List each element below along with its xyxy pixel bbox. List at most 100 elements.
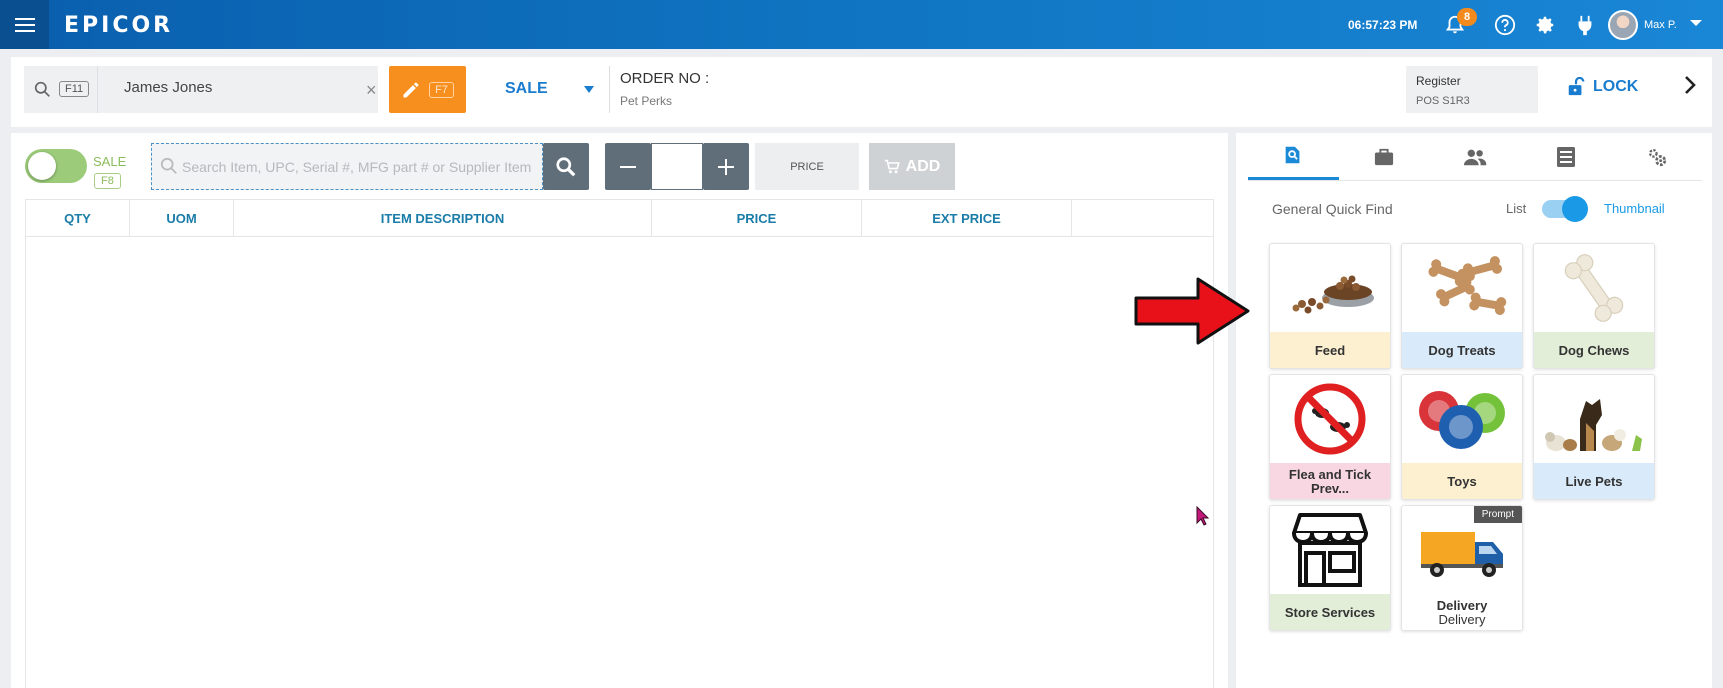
search-icon: [160, 157, 177, 174]
cart-icon: [884, 159, 900, 173]
price-button[interactable]: PRICE: [755, 143, 859, 190]
user-menu-caret-icon[interactable]: [1690, 20, 1702, 26]
order-number-label: ORDER NO :: [620, 70, 710, 87]
edit-customer-button[interactable]: F7: [389, 66, 466, 113]
rawhide-chew-icon: [1534, 244, 1654, 332]
quantity-input[interactable]: [651, 143, 703, 190]
column-header-qty[interactable]: QTY: [26, 200, 130, 236]
unlock-icon: [1568, 77, 1585, 96]
column-header-actions: [1072, 200, 1213, 236]
chevron-down-icon[interactable]: [584, 86, 594, 93]
tile-caption: Dog Chews: [1534, 332, 1654, 368]
tile-label: Store Services: [1284, 605, 1376, 620]
clear-customer-icon[interactable]: ×: [366, 80, 377, 101]
customer-name[interactable]: James Jones: [124, 79, 212, 96]
view-mode-switch[interactable]: [1542, 196, 1588, 222]
item-search-input[interactable]: [182, 156, 537, 178]
quick-find-icon: [1286, 146, 1300, 164]
tile-caption: Store Services: [1270, 594, 1390, 630]
tab-settings[interactable]: [1611, 133, 1702, 180]
user-name[interactable]: Max P.: [1644, 19, 1677, 31]
view-list-label[interactable]: List: [1506, 201, 1526, 216]
tile-label: Live Pets: [1565, 474, 1623, 489]
pencil-icon: [403, 82, 419, 97]
quick-find-tile-dog-treats[interactable]: Dog Treats: [1401, 243, 1523, 369]
list-icon: [1556, 146, 1575, 167]
tile-label: Dog Chews: [1558, 343, 1630, 358]
tile-sublabel: Delivery: [1438, 612, 1486, 627]
help-icon: [1494, 14, 1516, 36]
tile-label: Toys: [1447, 474, 1477, 489]
menu-icon: [14, 17, 35, 32]
tab-quick-find[interactable]: [1248, 133, 1339, 180]
chevron-right-icon[interactable]: [1683, 75, 1697, 95]
minus-icon: [620, 165, 636, 168]
item-search-button[interactable]: [543, 143, 589, 190]
customer-search-shortcut: F11: [59, 81, 90, 97]
ball-toys-icon: [1402, 375, 1522, 463]
divider: [609, 66, 610, 113]
briefcase-icon: [1375, 148, 1394, 165]
tab-briefcase[interactable]: [1339, 133, 1430, 180]
user-avatar[interactable]: [1608, 10, 1638, 40]
transaction-type-dropdown[interactable]: SALE: [505, 80, 548, 98]
sale-toggle-shortcut: F8: [94, 173, 121, 189]
quick-find-tile-dog-chews[interactable]: Dog Chews: [1533, 243, 1655, 369]
gear-icon: [1536, 16, 1554, 34]
switch-knob: [1562, 196, 1588, 222]
quick-find-tile-delivery[interactable]: Prompt Delivery Delivery: [1401, 505, 1523, 631]
quick-find-tile-flea-tick[interactable]: Flea and Tick Prev...: [1269, 374, 1391, 500]
sale-toggle[interactable]: [25, 149, 87, 183]
tile-caption: Delivery Delivery: [1402, 594, 1522, 630]
register-label: Register: [1416, 74, 1461, 88]
qty-decrement-button[interactable]: [605, 143, 651, 190]
mouse-cursor-icon: [1196, 506, 1210, 526]
gears-icon: [1648, 148, 1666, 166]
quick-find-tile-store-services[interactable]: Store Services: [1269, 505, 1391, 631]
brand-logo: EPICOR: [64, 13, 174, 38]
red-arrow-annotation: [1134, 277, 1250, 345]
cart-grid-body: [25, 237, 1214, 688]
tile-caption: Flea and Tick Prev...: [1270, 463, 1390, 499]
qty-increment-button[interactable]: [703, 143, 749, 190]
tile-caption: Live Pets: [1534, 463, 1654, 499]
cart-panel: SALE F8 PRICE ADD QTY UOM ITEM DESCRIPTI…: [11, 133, 1228, 688]
dog-bone-treats-icon: [1402, 244, 1522, 332]
tab-customers[interactable]: [1430, 133, 1521, 180]
connection-button[interactable]: [1572, 12, 1598, 38]
tile-caption: Dog Treats: [1402, 332, 1522, 368]
register-value: POS S1R3: [1416, 95, 1470, 107]
column-header-ext-price[interactable]: EXT PRICE: [862, 200, 1072, 236]
tile-label: Feed: [1314, 343, 1346, 358]
settings-button[interactable]: [1532, 12, 1558, 38]
quick-find-tile-feed[interactable]: Feed: [1269, 243, 1391, 369]
column-header-description[interactable]: ITEM DESCRIPTION: [234, 200, 652, 236]
quick-find-title: General Quick Find: [1272, 201, 1393, 217]
quick-find-tile-live-pets[interactable]: Live Pets: [1533, 374, 1655, 500]
add-item-button[interactable]: ADD: [869, 143, 955, 190]
help-button[interactable]: [1492, 12, 1518, 38]
add-label: ADD: [905, 157, 941, 175]
search-icon: [34, 81, 50, 97]
customer-search[interactable]: F11 James Jones ×: [24, 66, 378, 113]
column-header-uom[interactable]: UOM: [130, 200, 234, 236]
pet-food-bowl-icon: [1270, 244, 1390, 332]
item-search-field[interactable]: [151, 143, 543, 190]
view-thumbnail-label[interactable]: Thumbnail: [1604, 201, 1665, 216]
hamburger-menu-button[interactable]: [0, 0, 49, 49]
transaction-header: F11 James Jones × F7 SALE ORDER NO : Pet…: [11, 57, 1712, 127]
tab-list[interactable]: [1520, 133, 1611, 180]
divider: [97, 66, 98, 113]
top-bar: EPICOR 06:57:23 PM 8 Max P.: [0, 0, 1723, 49]
storefront-icon: [1270, 506, 1390, 594]
store-name: Pet Perks: [620, 94, 673, 108]
edit-shortcut: F7: [429, 81, 454, 98]
column-header-price[interactable]: PRICE: [652, 200, 862, 236]
lock-button[interactable]: LOCK: [1567, 77, 1638, 97]
quick-find-tile-toys[interactable]: Toys: [1401, 374, 1523, 500]
tile-label: Delivery: [1436, 598, 1488, 613]
tile-caption: Toys: [1402, 463, 1522, 499]
register-info: Register POS S1R3: [1406, 66, 1538, 113]
quick-find-panel: General Quick Find List Thumbnail Feed D…: [1236, 133, 1712, 688]
plug-icon: [1578, 15, 1592, 36]
